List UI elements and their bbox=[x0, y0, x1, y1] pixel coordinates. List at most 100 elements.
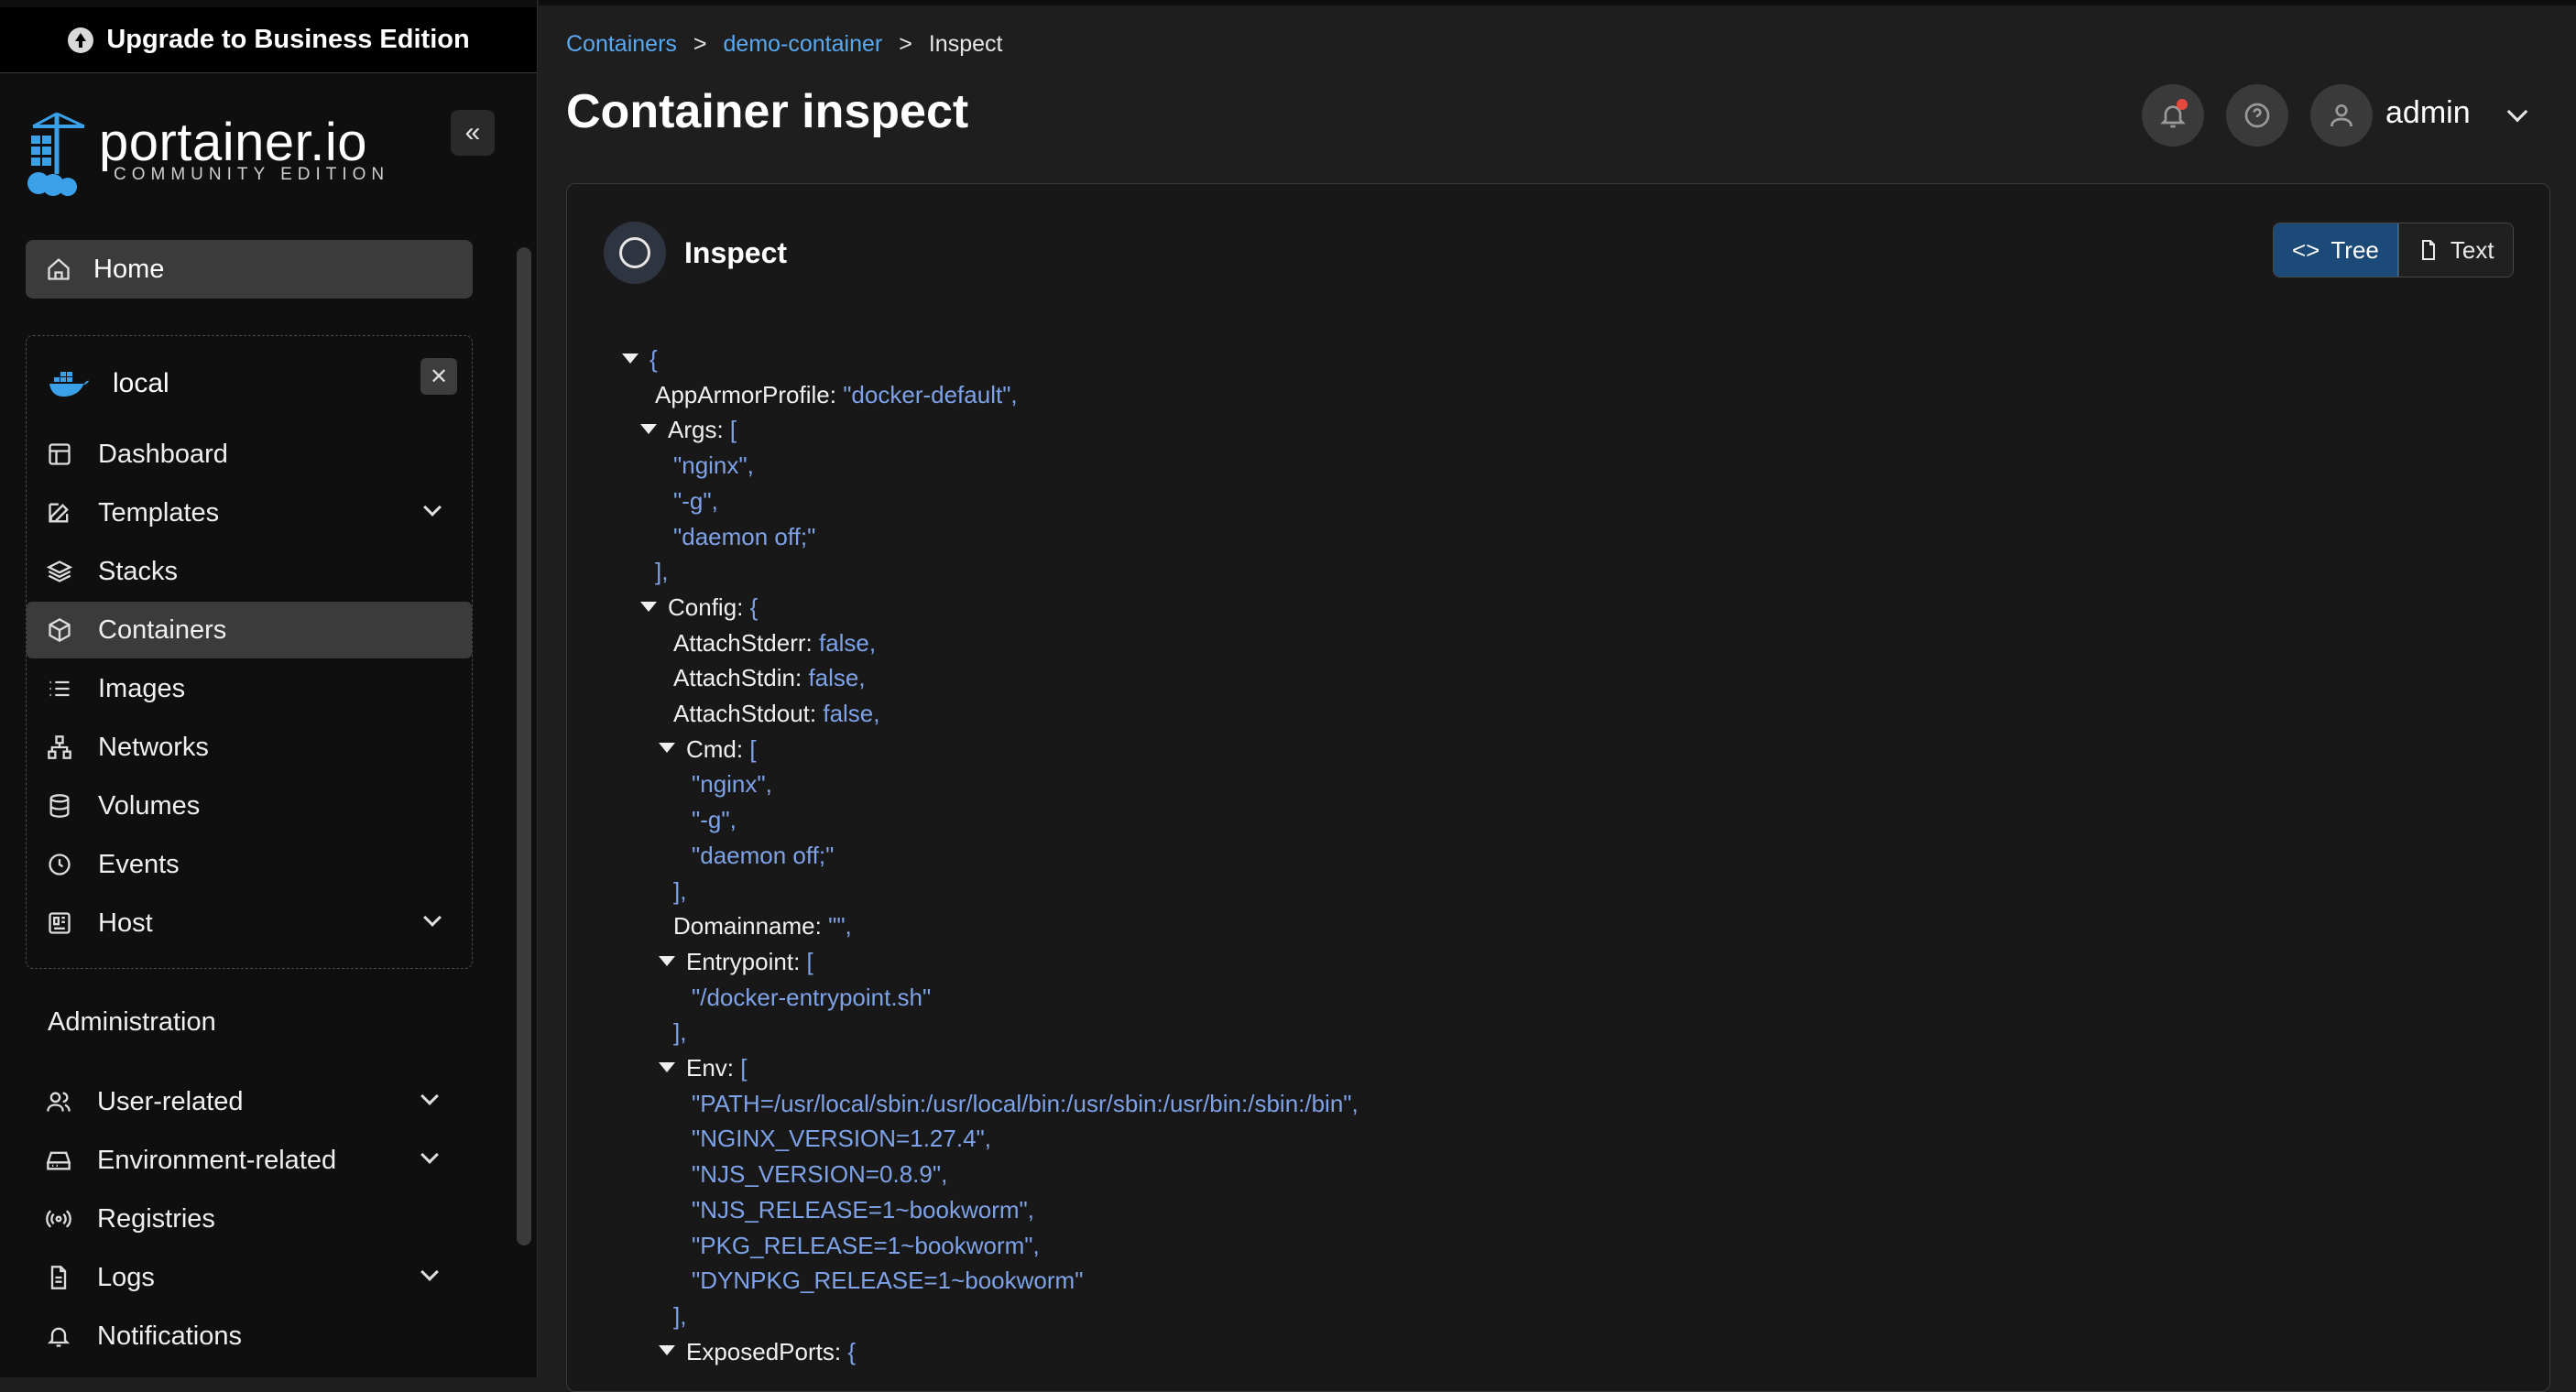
sidebar-item-host[interactable]: Host bbox=[27, 895, 472, 952]
json-value: { bbox=[847, 1337, 857, 1365]
json-value: [ bbox=[749, 734, 757, 763]
user-name[interactable]: admin bbox=[2385, 95, 2471, 131]
help-button[interactable] bbox=[2226, 84, 2288, 147]
sidebar-scrollbar[interactable] bbox=[517, 247, 531, 1245]
upgrade-button[interactable]: Upgrade to Business Edition bbox=[0, 7, 537, 73]
sidebar-item-networks[interactable]: Networks bbox=[27, 719, 472, 776]
json-tree-row[interactable]: Args: [ bbox=[640, 412, 737, 447]
json-tree-row: AttachStderr: false, bbox=[673, 625, 876, 660]
sidebar-item-label: Volumes bbox=[98, 790, 201, 821]
json-value: [ bbox=[729, 416, 737, 444]
sidebar-item-user-related[interactable]: User-related bbox=[26, 1073, 473, 1130]
breadcrumb-container-link[interactable]: demo-container bbox=[724, 31, 883, 58]
close-icon: ✕ bbox=[429, 364, 449, 389]
json-tree-row: AttachStdout: false, bbox=[673, 696, 880, 731]
top-border bbox=[539, 0, 2576, 5]
json-tree-row[interactable]: Env: [ bbox=[659, 1050, 748, 1085]
json-value: "/docker-entrypoint.sh" bbox=[692, 983, 932, 1011]
user-avatar[interactable] bbox=[2310, 84, 2373, 147]
close-environment-button[interactable]: ✕ bbox=[420, 358, 457, 395]
breadcrumb: Containers > demo-container > Inspect bbox=[566, 31, 1002, 58]
chevron-down-icon[interactable] bbox=[423, 908, 442, 927]
tree-view-label: Tree bbox=[2330, 235, 2379, 264]
json-key: Config: bbox=[668, 593, 744, 621]
caret-down-icon[interactable] bbox=[659, 1061, 675, 1072]
sidebar-item-logs[interactable]: Logs bbox=[26, 1249, 473, 1306]
json-tree-row: "nginx", bbox=[673, 448, 754, 483]
panel-header: Inspect bbox=[604, 221, 787, 285]
upgrade-label: Upgrade to Business Edition bbox=[106, 25, 470, 54]
text-view-button[interactable]: Text bbox=[2397, 223, 2513, 277]
environment-panel: local ✕ Dashboard Templates Stacks Conta… bbox=[26, 335, 473, 969]
json-tree-row[interactable]: Config: { bbox=[640, 590, 758, 625]
json-value: { bbox=[649, 345, 658, 373]
sidebar-item-label: Home bbox=[93, 254, 165, 284]
json-tree-row[interactable]: ExposedPorts: { bbox=[659, 1334, 856, 1369]
caret-down-icon[interactable] bbox=[659, 743, 675, 754]
sidebar-item-home[interactable]: Home bbox=[26, 240, 473, 299]
administration-heading: Administration bbox=[48, 1007, 216, 1037]
help-circle-icon bbox=[2244, 103, 2270, 128]
user-icon bbox=[2330, 104, 2352, 127]
sidebar-item-label: Stacks bbox=[98, 556, 179, 586]
chevron-down-icon[interactable] bbox=[420, 1087, 439, 1105]
json-tree-row: "-g", bbox=[673, 484, 718, 518]
sidebar-item-environment-related[interactable]: Environment-related bbox=[26, 1132, 473, 1189]
sidebar-item-label: User-related bbox=[97, 1086, 244, 1116]
json-value: "daemon off;" bbox=[673, 522, 816, 550]
sidebar-item-images[interactable]: Images bbox=[27, 660, 472, 717]
sidebar-item-stacks[interactable]: Stacks bbox=[27, 543, 472, 600]
sidebar-item-events[interactable]: Events bbox=[27, 836, 472, 893]
radio-icon bbox=[46, 1206, 71, 1232]
home-icon bbox=[46, 256, 71, 282]
portainer-logo[interactable]: portainer.io COMMUNITY EDITION bbox=[26, 108, 392, 200]
inspect-panel: Inspect <> Tree Text { AppArmorProfile: "… bbox=[566, 183, 2550, 1392]
json-tree-row: "nginx", bbox=[692, 767, 772, 801]
chevron-down-icon[interactable] bbox=[2506, 101, 2528, 123]
json-tree-row: Domainname: "", bbox=[673, 908, 852, 943]
chevron-down-icon[interactable] bbox=[420, 1146, 439, 1164]
caret-down-icon[interactable] bbox=[640, 424, 657, 435]
sidebar-item-containers[interactable]: Containers bbox=[27, 602, 472, 658]
sidebar-item-dashboard[interactable]: Dashboard bbox=[27, 426, 472, 483]
json-value: ], bbox=[655, 558, 669, 586]
json-value: "NJS_RELEASE=1~bookworm", bbox=[692, 1195, 1034, 1223]
json-value: false, bbox=[808, 664, 866, 692]
sidebar-item-registries[interactable]: Registries bbox=[26, 1191, 473, 1247]
users-icon bbox=[46, 1089, 71, 1115]
portainer-crane-icon bbox=[27, 112, 85, 196]
tree-view-button[interactable]: <> Tree bbox=[2274, 223, 2398, 277]
json-value: "-g", bbox=[692, 806, 737, 834]
json-tree-row[interactable]: Entrypoint: [ bbox=[659, 944, 813, 979]
json-key: AttachStderr: bbox=[673, 628, 813, 657]
caret-down-icon[interactable] bbox=[640, 601, 657, 612]
sidebar-item-notifications[interactable]: Notifications bbox=[26, 1308, 473, 1365]
json-key: AppArmorProfile: bbox=[655, 380, 836, 408]
json-key: Entrypoint: bbox=[686, 947, 801, 975]
caret-down-icon[interactable] bbox=[659, 955, 675, 966]
json-tree-row[interactable]: Cmd: [ bbox=[659, 732, 757, 767]
json-value: ], bbox=[673, 1301, 687, 1330]
breadcrumb-containers-link[interactable]: Containers bbox=[566, 31, 677, 58]
breadcrumb-separator: > bbox=[693, 31, 707, 57]
json-tree-row: "DYNPKG_RELEASE=1~bookworm" bbox=[692, 1263, 1083, 1298]
circle-icon bbox=[604, 222, 666, 284]
chevron-down-icon[interactable] bbox=[420, 1263, 439, 1281]
json-tree-row[interactable]: { bbox=[622, 342, 658, 376]
file-icon bbox=[2421, 240, 2435, 260]
json-value: false, bbox=[823, 700, 880, 727]
box-icon bbox=[47, 617, 72, 643]
chevron-down-icon[interactable] bbox=[423, 498, 442, 517]
notifications-button[interactable] bbox=[2142, 84, 2204, 147]
json-key: ExposedPorts: bbox=[686, 1337, 842, 1365]
json-value: "NJS_VERSION=0.8.9", bbox=[692, 1160, 948, 1189]
json-value: [ bbox=[740, 1054, 748, 1082]
clock-icon bbox=[47, 852, 72, 877]
caret-down-icon[interactable] bbox=[622, 353, 639, 364]
collapse-sidebar-button[interactable]: « bbox=[451, 110, 495, 156]
sidebar-item-volumes[interactable]: Volumes bbox=[27, 778, 472, 834]
drive-icon bbox=[46, 1147, 71, 1173]
double-chevron-left-icon: « bbox=[464, 117, 481, 147]
sidebar-item-templates[interactable]: Templates bbox=[27, 484, 472, 541]
caret-down-icon[interactable] bbox=[659, 1345, 675, 1356]
